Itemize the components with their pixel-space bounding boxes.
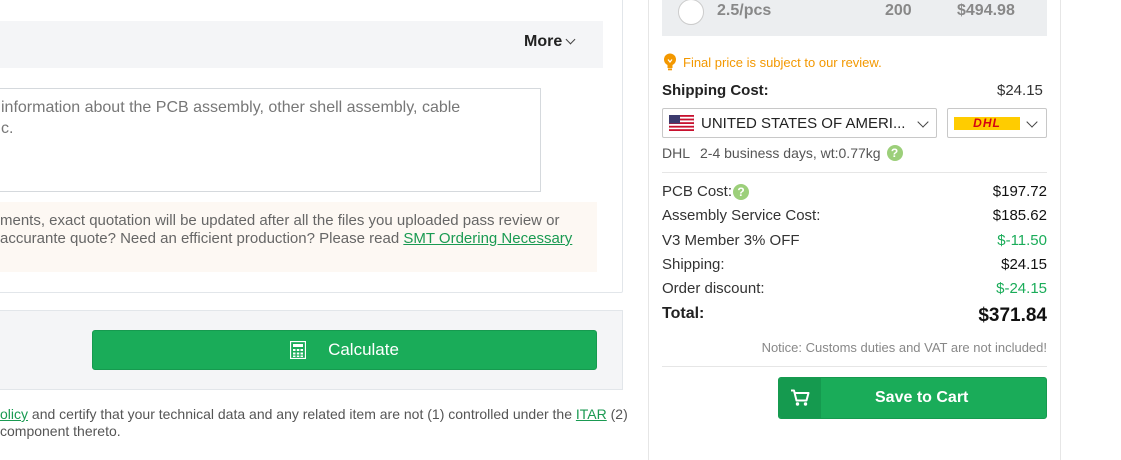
assembly-cost-value: $185.62	[992, 207, 1047, 224]
member-discount-value: $-11.50	[997, 232, 1047, 249]
pcb-cost-value: $197.72	[992, 183, 1047, 200]
chevron-down-icon	[1026, 116, 1038, 128]
save-to-cart-button[interactable]: Save to Cart	[778, 377, 1047, 419]
price-option-radio[interactable]	[678, 0, 704, 25]
help-icon[interactable]: ?	[886, 145, 903, 161]
assembly-cost-label: Assembly Service Cost:	[662, 207, 821, 224]
policy-link[interactable]: olicy	[0, 406, 28, 422]
save-to-cart-label: Save to Cart	[875, 389, 969, 406]
more-label: More	[524, 33, 563, 50]
final-price-note: Final price is subject to our review.	[663, 53, 882, 71]
divider	[662, 172, 1047, 173]
order-discount-label: Order discount:	[662, 280, 765, 297]
member-discount-label: V3 Member 3% OFF	[662, 232, 800, 249]
calculate-button[interactable]: Calculate	[92, 330, 597, 370]
shipping-cost-value: $24.15	[997, 82, 1043, 99]
cart-icon	[791, 389, 810, 406]
terms-text: olicy and certify that your technical da…	[0, 406, 628, 440]
assembly-notes-textarea[interactable]: information about the PCB assembly, othe…	[0, 88, 541, 192]
terms-line-2: component thereto.	[0, 423, 121, 439]
chevron-down-icon	[565, 34, 576, 45]
terms-middle: and certify that your technical data and…	[28, 406, 576, 422]
country-value: UNITED STATES OF AMERI...	[701, 114, 906, 132]
dhl-logo: DHL	[954, 117, 1020, 130]
shipping-value: $24.15	[1001, 256, 1047, 273]
pcb-cost-label: PCB Cost:?	[662, 183, 750, 200]
total-label: Total:	[662, 305, 705, 322]
total-value: $371.84	[978, 305, 1047, 326]
country-select[interactable]: UNITED STATES OF AMERI...	[662, 108, 937, 138]
order-discount-value: $-24.15	[996, 280, 1047, 297]
notes-text: information about the PCB assembly, othe…	[1, 99, 461, 137]
calculator-icon	[290, 341, 307, 359]
help-icon[interactable]: ?	[733, 183, 750, 200]
calculate-label: Calculate	[328, 340, 399, 359]
more-options-bar	[0, 21, 603, 68]
more-button[interactable]: More	[524, 33, 576, 51]
lightbulb-icon	[664, 53, 676, 71]
shipping-detail: DHL 2-4 business days, wt:0.77kg ?	[662, 145, 903, 161]
price-total: $494.98	[957, 2, 1015, 19]
itar-link[interactable]: ITAR	[576, 406, 607, 422]
cart-icon-box	[779, 378, 821, 418]
carrier-name: DHL	[662, 145, 691, 161]
carrier-select[interactable]: DHL	[947, 108, 1047, 138]
shipping-cost-label: Shipping Cost:	[662, 82, 769, 99]
us-flag-icon	[669, 115, 694, 131]
chevron-down-icon	[917, 116, 929, 128]
divider	[662, 366, 1047, 367]
notice-line-1: ments, exact quotation will be updated a…	[0, 212, 560, 229]
price-quantity: 200	[885, 2, 912, 19]
terms-suffix: (2)	[606, 406, 628, 422]
unit-price: 2.5/pcs	[717, 2, 772, 19]
shipping-label: Shipping:	[662, 256, 725, 273]
final-note-text: Final price is subject to our review.	[683, 54, 882, 70]
customs-notice: Notice: Customs duties and VAT are not i…	[761, 340, 1047, 355]
notice-line-2: accurante quote? Need an efficient produ…	[0, 230, 404, 247]
shipping-eta: 2-4 business days, wt:0.77kg	[700, 145, 881, 161]
smt-ordering-link[interactable]: SMT Ordering Necessary	[403, 230, 572, 247]
quote-notice-box: ments, exact quotation will be updated a…	[0, 202, 597, 272]
